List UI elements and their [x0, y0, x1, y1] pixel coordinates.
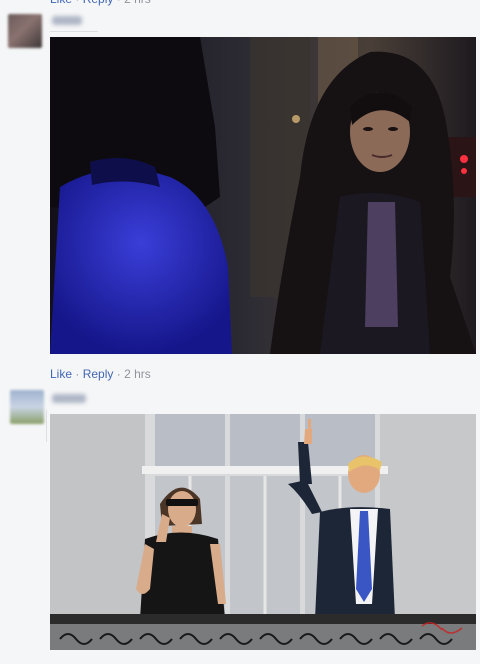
reply-link[interactable]: Reply — [83, 367, 114, 381]
separator-dot: · — [116, 367, 121, 381]
avatar[interactable] — [10, 390, 44, 424]
like-link[interactable]: Like — [50, 0, 72, 6]
comment-actions-top: Like · Reply · 2 hrs — [50, 0, 151, 6]
like-link[interactable]: Like — [50, 367, 72, 381]
separator-dot: · — [75, 0, 79, 6]
separator-dot: · — [75, 367, 80, 381]
comment-timestamp[interactable]: 2 hrs — [124, 367, 151, 381]
comment-actions: Like · Reply · 2 hrs — [50, 367, 151, 381]
gif-scene-image — [50, 37, 476, 354]
reply-link[interactable]: Reply — [83, 0, 114, 6]
author-underline — [50, 31, 98, 32]
comment-author-name[interactable] — [52, 394, 86, 403]
author-underline — [46, 410, 47, 442]
avatar[interactable] — [8, 14, 42, 48]
comment-author-name[interactable] — [52, 16, 82, 25]
comment-gif-image[interactable] — [50, 414, 476, 650]
comment-gif-image[interactable] — [50, 37, 476, 354]
gif-scene-image — [50, 414, 476, 650]
separator-dot: · — [117, 0, 121, 6]
comment-timestamp[interactable]: 2 hrs — [124, 0, 151, 6]
